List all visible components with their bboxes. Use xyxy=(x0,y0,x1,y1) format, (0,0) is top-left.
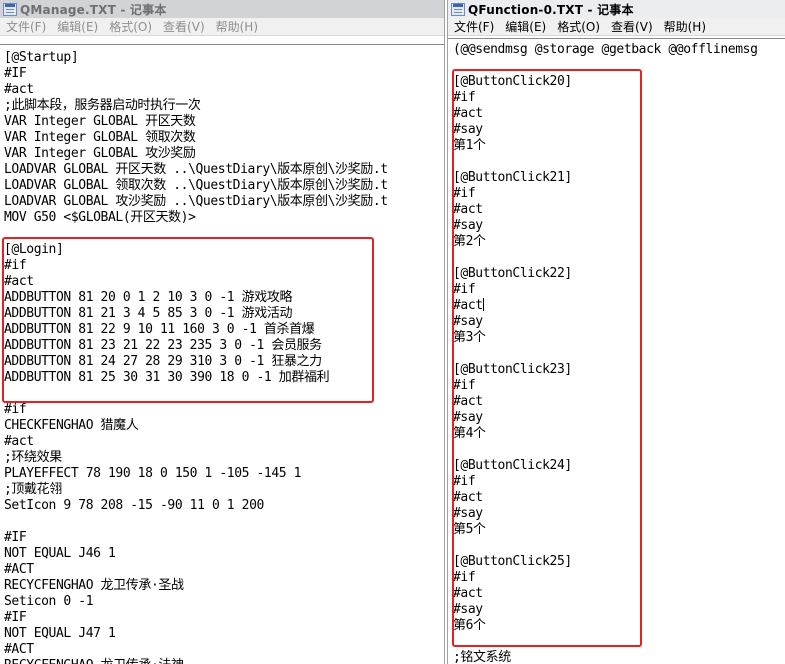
menu-file[interactable]: 文件(F) xyxy=(0,18,51,35)
code-line: #ACT xyxy=(4,562,34,577)
code-line: ADDBUTTON 81 24 27 28 29 310 3 0 -1 狂暴之力 xyxy=(4,354,322,369)
code-line: VAR Integer GLOBAL 攻沙奖励 xyxy=(4,146,196,161)
code-line: ADDBUTTON 81 21 3 4 5 85 3 0 -1 游戏活动 xyxy=(4,306,293,321)
menu-format[interactable]: 格式(O) xyxy=(103,18,157,35)
code-line: #say xyxy=(453,218,483,233)
code-line: ADDBUTTON 81 22 9 10 11 160 3 0 -1 首杀首爆 xyxy=(4,322,315,337)
code-line: [@ButtonClick22] xyxy=(453,266,572,281)
code-line: 第3个 xyxy=(453,330,486,345)
menu-view[interactable]: 查看(V) xyxy=(157,18,210,35)
code-line: ;顶戴花翎 xyxy=(4,482,62,497)
code-line: #if xyxy=(453,570,476,585)
code-line: #if xyxy=(453,186,476,201)
code-line: #act xyxy=(4,82,34,97)
code-line: ;环绕效果 xyxy=(4,450,62,465)
code-line: #act xyxy=(453,490,483,505)
code-line: #say xyxy=(453,506,483,521)
code-line: [@ButtonClick20] xyxy=(453,74,572,89)
code-line: ;铭文系统 xyxy=(453,650,511,664)
code-line: (@@sendmsg @storage @getback @@offlinems… xyxy=(453,42,758,57)
code-line: RECYCFENGHAO 龙卫传承·圣战 xyxy=(4,578,184,593)
code-line: 第1个 xyxy=(453,138,486,153)
code-line: #if xyxy=(4,402,27,417)
menu-help[interactable]: 帮助(H) xyxy=(658,18,711,35)
code-line: [@ButtonClick25] xyxy=(453,554,572,569)
code-line: NOT EQUAL J46 1 xyxy=(4,546,116,561)
code-line: [@ButtonClick21] xyxy=(453,170,572,185)
code-line: 第6个 xyxy=(453,618,486,633)
code-line: MOV G50 <$GLOBAL(开区天数)> xyxy=(4,210,196,225)
code-line: Seticon 0 -1 xyxy=(4,594,94,609)
code-line: SetIcon 9 78 208 -15 -90 11 0 1 200 xyxy=(4,498,264,513)
code-line: #if xyxy=(453,282,476,297)
code-line: NOT EQUAL J47 1 xyxy=(4,626,116,641)
code-line: CHECKFENGHAO 猎魔人 xyxy=(4,418,139,433)
code-line: LOADVAR GLOBAL 开区天数 ..\QuestDiary\版本原创\沙… xyxy=(4,162,388,177)
code-line: 第5个 xyxy=(453,522,486,537)
code-line: #say xyxy=(453,122,483,137)
code-line: 第2个 xyxy=(453,234,486,249)
menu-bar: 文件(F) 编辑(E) 格式(O) 查看(V) 帮助(H) xyxy=(0,18,444,36)
menu-edit[interactable]: 编辑(E) xyxy=(51,18,103,35)
code-line: #act xyxy=(453,106,483,121)
code-line: RECYCFENGHAO 龙卫传承·法神 xyxy=(4,658,184,664)
code-line: #act xyxy=(453,586,483,601)
menu-format[interactable]: 格式(O) xyxy=(551,18,605,35)
text-cursor xyxy=(482,298,484,311)
code-line: #if xyxy=(453,474,476,489)
code-line: #say xyxy=(453,314,483,329)
code-line: #say xyxy=(453,410,483,425)
code-line: LOADVAR GLOBAL 攻沙奖励 ..\QuestDiary\版本原创\沙… xyxy=(4,194,388,209)
code-line: #if xyxy=(4,258,27,273)
code-line: [@Startup] xyxy=(4,50,79,65)
code-line: #act xyxy=(4,434,34,449)
code-line: #act xyxy=(453,394,483,409)
menu-bar: 文件(F) 编辑(E) 格式(O) 查看(V) 帮助(H) xyxy=(448,18,785,36)
code-line: 第4个 xyxy=(453,426,486,441)
code-line: #act xyxy=(4,274,34,289)
menu-help[interactable]: 帮助(H) xyxy=(210,18,263,35)
code-line: [@ButtonClick24] xyxy=(453,458,572,473)
menu-edit[interactable]: 编辑(E) xyxy=(499,18,551,35)
code-line: ;此脚本段，服务器启动时执行一次 xyxy=(4,98,201,113)
code-line: ADDBUTTON 81 23 21 22 23 235 3 0 -1 会员服务 xyxy=(4,338,322,353)
code-line: ADDBUTTON 81 25 30 31 30 390 18 0 -1 加群福… xyxy=(4,370,330,385)
window-title: QFunction-0.TXT - 记事本 xyxy=(468,2,634,17)
code-line: #act xyxy=(453,202,483,217)
title-bar[interactable]: QFunction-0.TXT - 记事本 xyxy=(448,0,785,18)
menu-view[interactable]: 查看(V) xyxy=(605,18,658,35)
code-line: PLAYEFFECT 78 190 18 0 150 1 -105 -145 1 xyxy=(4,466,302,481)
code-line: ADDBUTTON 81 20 0 1 2 10 3 0 -1 游戏攻略 xyxy=(4,290,293,305)
code-line: #act xyxy=(453,298,484,313)
text-editor-area[interactable]: [@Startup] #IF #act ;此脚本段，服务器启动时执行一次 VAR Int… xyxy=(0,44,444,664)
code-line: VAR Integer GLOBAL 领取次数 xyxy=(4,130,196,145)
text-editor-area[interactable]: (@@sendmsg @storage @getback @@offlinems… xyxy=(448,38,785,664)
code-line: #IF xyxy=(4,66,27,81)
code-line: #say xyxy=(453,602,483,617)
code-line: VAR Integer GLOBAL 开区天数 xyxy=(4,114,196,129)
code-line: [@ButtonClick23] xyxy=(453,362,572,377)
title-bar[interactable]: QManage.TXT - 记事本 xyxy=(0,0,444,18)
window-title: QManage.TXT - 记事本 xyxy=(20,2,167,17)
code-line: [@Login] xyxy=(4,242,64,257)
code-line: #if xyxy=(453,378,476,393)
menu-file[interactable]: 文件(F) xyxy=(448,18,499,35)
code-line: #if xyxy=(453,90,476,105)
code-line: #ACT xyxy=(4,642,34,657)
code-line: #IF xyxy=(4,610,27,625)
code-line: #IF xyxy=(4,530,27,545)
notepad-window-qmanage: QManage.TXT - 记事本 文件(F) 编辑(E) 格式(O) 查看(V… xyxy=(0,0,445,664)
code-line: LOADVAR GLOBAL 领取次数 ..\QuestDiary\版本原创\沙… xyxy=(4,178,388,193)
notepad-icon xyxy=(451,2,465,16)
notepad-window-qfunction: QFunction-0.TXT - 记事本 文件(F) 编辑(E) 格式(O) … xyxy=(447,0,785,664)
notepad-icon xyxy=(3,2,17,16)
